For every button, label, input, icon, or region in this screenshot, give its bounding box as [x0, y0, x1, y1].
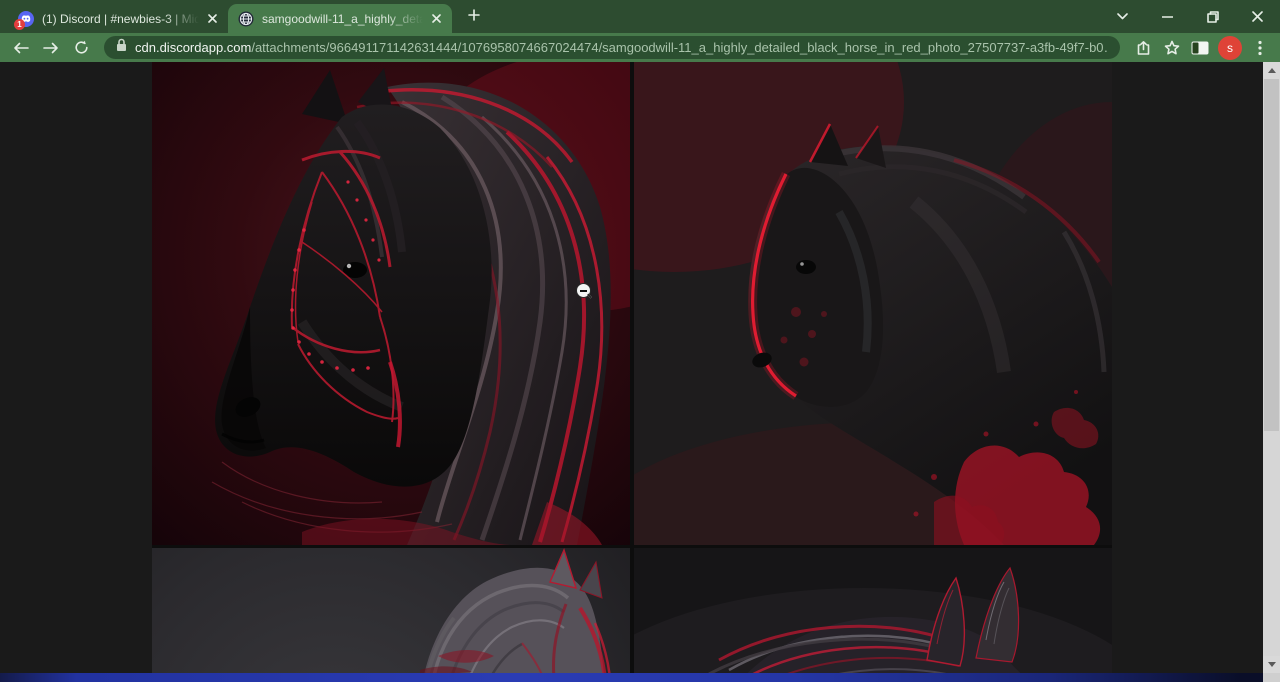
- close-tab-icon[interactable]: [204, 11, 220, 27]
- image-quadrant-top-right[interactable]: [634, 62, 1112, 545]
- url-text: cdn.discordapp.com/attachments/966491171…: [135, 40, 1108, 55]
- tab-image-active[interactable]: samgoodwill-11_a_highly_detaile: [228, 4, 452, 33]
- tab-label: samgoodwill-11_a_highly_detaile: [262, 12, 428, 26]
- forward-button[interactable]: [36, 35, 66, 61]
- scrollbar-corner: [1263, 673, 1280, 682]
- back-button[interactable]: [6, 35, 36, 61]
- notification-badge: 1: [14, 19, 25, 30]
- bookmark-star-button[interactable]: [1158, 35, 1186, 61]
- image-quadrant-bottom-right[interactable]: [634, 548, 1112, 673]
- vertical-scrollbar[interactable]: [1263, 62, 1280, 673]
- reload-button[interactable]: [66, 35, 96, 61]
- menu-button[interactable]: [1246, 35, 1274, 61]
- zoom-out-cursor-icon: [576, 283, 593, 300]
- horse-artwork-top-right: [634, 62, 1112, 545]
- profile-avatar[interactable]: s: [1218, 36, 1242, 60]
- horse-image-grid: [152, 62, 1112, 673]
- tab-label: (1) Discord | #newbies-3 | Midjou: [42, 12, 204, 26]
- tab-discord[interactable]: 1 (1) Discord | #newbies-3 | Midjou: [8, 4, 228, 33]
- globe-favicon-icon: [238, 11, 254, 27]
- horse-artwork-top-left: [152, 62, 630, 545]
- discord-favicon-icon: 1: [18, 11, 34, 27]
- taskbar-sliver[interactable]: [0, 673, 1280, 682]
- lock-icon[interactable]: [116, 38, 127, 57]
- horse-artwork-bottom-right: [634, 548, 1112, 673]
- close-tab-icon[interactable]: [428, 11, 444, 27]
- browser-toolbar: cdn.discordapp.com/attachments/966491171…: [0, 33, 1280, 62]
- share-button[interactable]: [1130, 35, 1158, 61]
- scrollbar-thumb[interactable]: [1264, 79, 1279, 431]
- window-controls: [1100, 0, 1280, 33]
- scroll-down-arrow[interactable]: [1263, 656, 1280, 673]
- restore-button[interactable]: [1190, 0, 1235, 33]
- image-quadrant-bottom-left[interactable]: [152, 548, 630, 673]
- horse-artwork-bottom-left: [152, 548, 630, 673]
- address-bar[interactable]: cdn.discordapp.com/attachments/966491171…: [104, 36, 1120, 59]
- minimize-button[interactable]: [1145, 0, 1190, 33]
- url-domain: cdn.discordapp.com: [135, 40, 251, 55]
- url-path: /attachments/966491171142631444/10769580…: [251, 40, 1108, 55]
- page-content: [0, 62, 1280, 673]
- scroll-up-arrow[interactable]: [1263, 62, 1280, 79]
- browser-titlebar: 1 (1) Discord | #newbies-3 | Midjou samg…: [0, 0, 1280, 33]
- avatar-initial: s: [1227, 41, 1233, 55]
- close-window-button[interactable]: [1235, 0, 1280, 33]
- image-quadrant-top-left[interactable]: [152, 62, 630, 545]
- plus-icon: [468, 8, 480, 26]
- new-tab-button[interactable]: [460, 3, 488, 31]
- tab-strip: 1 (1) Discord | #newbies-3 | Midjou samg…: [0, 0, 488, 33]
- side-panel-button[interactable]: [1186, 35, 1214, 61]
- tab-search-chevron-icon[interactable]: [1100, 0, 1145, 33]
